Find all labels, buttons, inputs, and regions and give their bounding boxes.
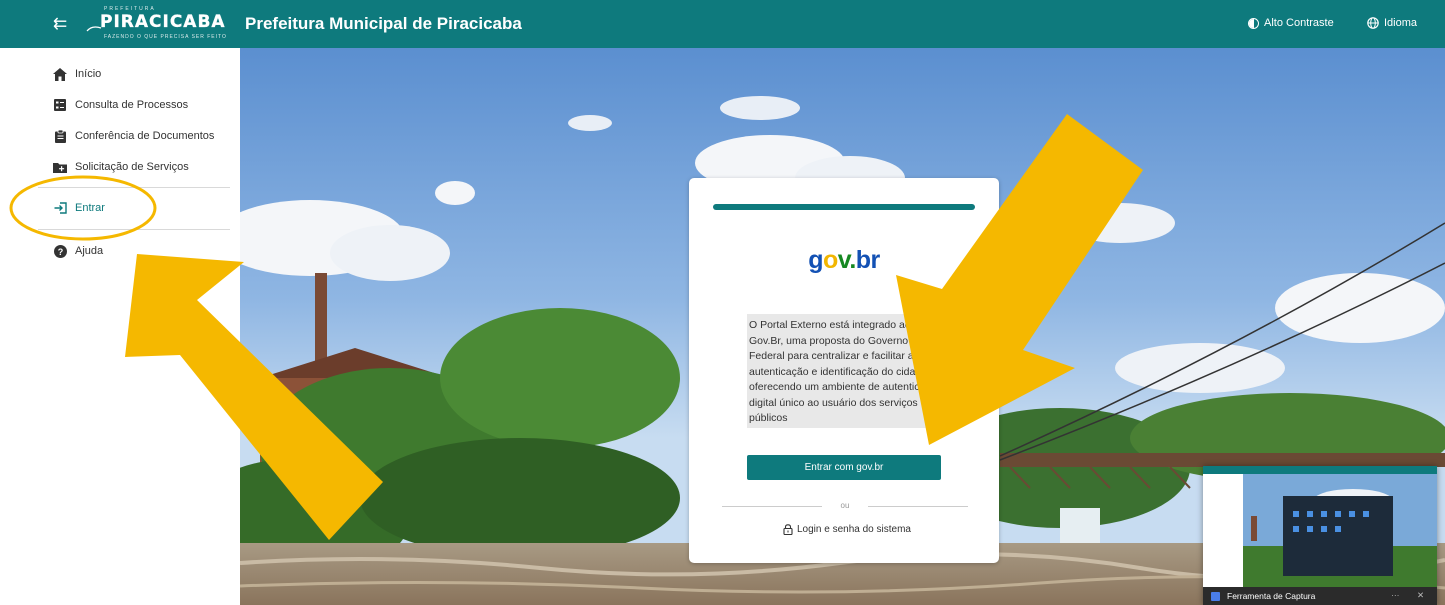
home-icon — [53, 67, 67, 81]
sidebar-divider — [38, 187, 230, 188]
high-contrast-button[interactable]: Alto Contraste — [1248, 17, 1334, 29]
sidebar-item-conferencia-documentos[interactable]: Conferência de Documentos — [0, 121, 240, 151]
sidebar-item-label: Início — [75, 68, 102, 80]
language-button[interactable]: Idioma — [1367, 17, 1417, 29]
govbr-description: O Portal Externo está integrado ao Gov.B… — [747, 314, 945, 428]
system-login-link[interactable]: Login e senha do sistema — [783, 524, 911, 535]
sidebar-item-label: Entrar — [75, 202, 105, 214]
description-line: digital único ao usuário dos serviços — [749, 396, 918, 409]
login-icon — [53, 201, 67, 215]
snipping-tool-icon — [1211, 591, 1220, 601]
globe-icon — [1367, 17, 1379, 29]
sidebar-item-label: Ajuda — [75, 245, 104, 257]
separator-text: ou — [840, 501, 850, 510]
svg-text:?: ? — [57, 247, 63, 257]
description-line: Federal para centralizar e facilitar a — [749, 350, 914, 362]
card-accent-bar — [713, 204, 975, 210]
app-title: Prefeitura Municipal de Piracicaba — [245, 14, 522, 33]
sidebar: Início Consulta de Processos Conferência… — [0, 48, 240, 605]
help-icon: ? — [53, 244, 67, 258]
snipping-tool-preview[interactable]: Ferramenta de Captura ··· ✕ — [1203, 466, 1437, 605]
piracicaba-logo[interactable]: PREFEITURA PIRACICABA FAZENDO O QUE PREC… — [86, 6, 238, 42]
sidebar-item-label: Consulta de Processos — [75, 99, 189, 111]
language-label: Idioma — [1384, 17, 1418, 29]
sidebar-item-solicitacao-servicos[interactable]: Solicitação de Serviços — [0, 152, 240, 182]
contrast-icon — [1248, 17, 1259, 29]
sidebar-item-ajuda[interactable]: ? Ajuda — [0, 236, 240, 266]
login-card: gov.br O Portal Externo está integrado a… — [689, 178, 999, 563]
system-login-label: Login e senha do sistema — [797, 524, 911, 535]
govbr-logo-v: v — [837, 246, 850, 274]
close-icon[interactable]: ✕ — [1417, 590, 1424, 601]
govbr-logo-g: g — [808, 246, 823, 274]
description-line: autenticação e identificação do cida — [749, 365, 916, 378]
lock-icon — [783, 524, 793, 535]
sidebar-item-inicio[interactable]: Início — [0, 59, 240, 89]
list-icon — [53, 98, 67, 112]
govbr-logo-br: br — [855, 246, 881, 274]
folder-plus-icon — [53, 160, 67, 174]
top-bar: ⇇ PREFEITURA PIRACICABA FAZENDO O QUE PR… — [0, 0, 1445, 48]
logo-big-text: PIRACICABA — [100, 12, 226, 32]
logo-slogan: FAZENDO O QUE PRECISA SER FEITO — [104, 34, 227, 40]
sidebar-item-consulta-processos[interactable]: Consulta de Processos — [0, 90, 240, 120]
sidebar-divider — [38, 229, 230, 230]
snipping-tool-title: Ferramenta de Captura — [1227, 591, 1316, 601]
snipping-tool-titlebar: Ferramenta de Captura ··· ✕ — [1203, 587, 1437, 605]
clipboard-icon — [53, 129, 67, 143]
screenshot-thumbnail-image — [1203, 466, 1437, 587]
more-options-icon[interactable]: ··· — [1391, 590, 1400, 600]
sidebar-item-label: Solicitação de Serviços — [75, 161, 189, 173]
screenshot-thumbnail[interactable] — [1203, 466, 1437, 587]
login-govbr-button[interactable]: Entrar com gov.br — [747, 455, 941, 480]
sidebar-item-label: Conferência de Documentos — [75, 130, 215, 142]
description-line: públicos — [749, 412, 788, 424]
description-line: oferecendo um ambiente de autentic — [749, 381, 920, 393]
high-contrast-label: Alto Contraste — [1264, 17, 1334, 29]
govbr-logo-o: o — [822, 246, 838, 274]
govbr-logo: gov.br — [689, 246, 999, 275]
description-line: O Portal Externo está integrado ao — [749, 319, 911, 331]
description-line: Gov.Br, uma proposta do Governo — [749, 334, 909, 347]
sidebar-item-entrar[interactable]: Entrar — [0, 193, 240, 223]
menu-collapse-icon[interactable]: ⇇ — [50, 14, 70, 34]
or-separator: ou — [722, 501, 968, 511]
